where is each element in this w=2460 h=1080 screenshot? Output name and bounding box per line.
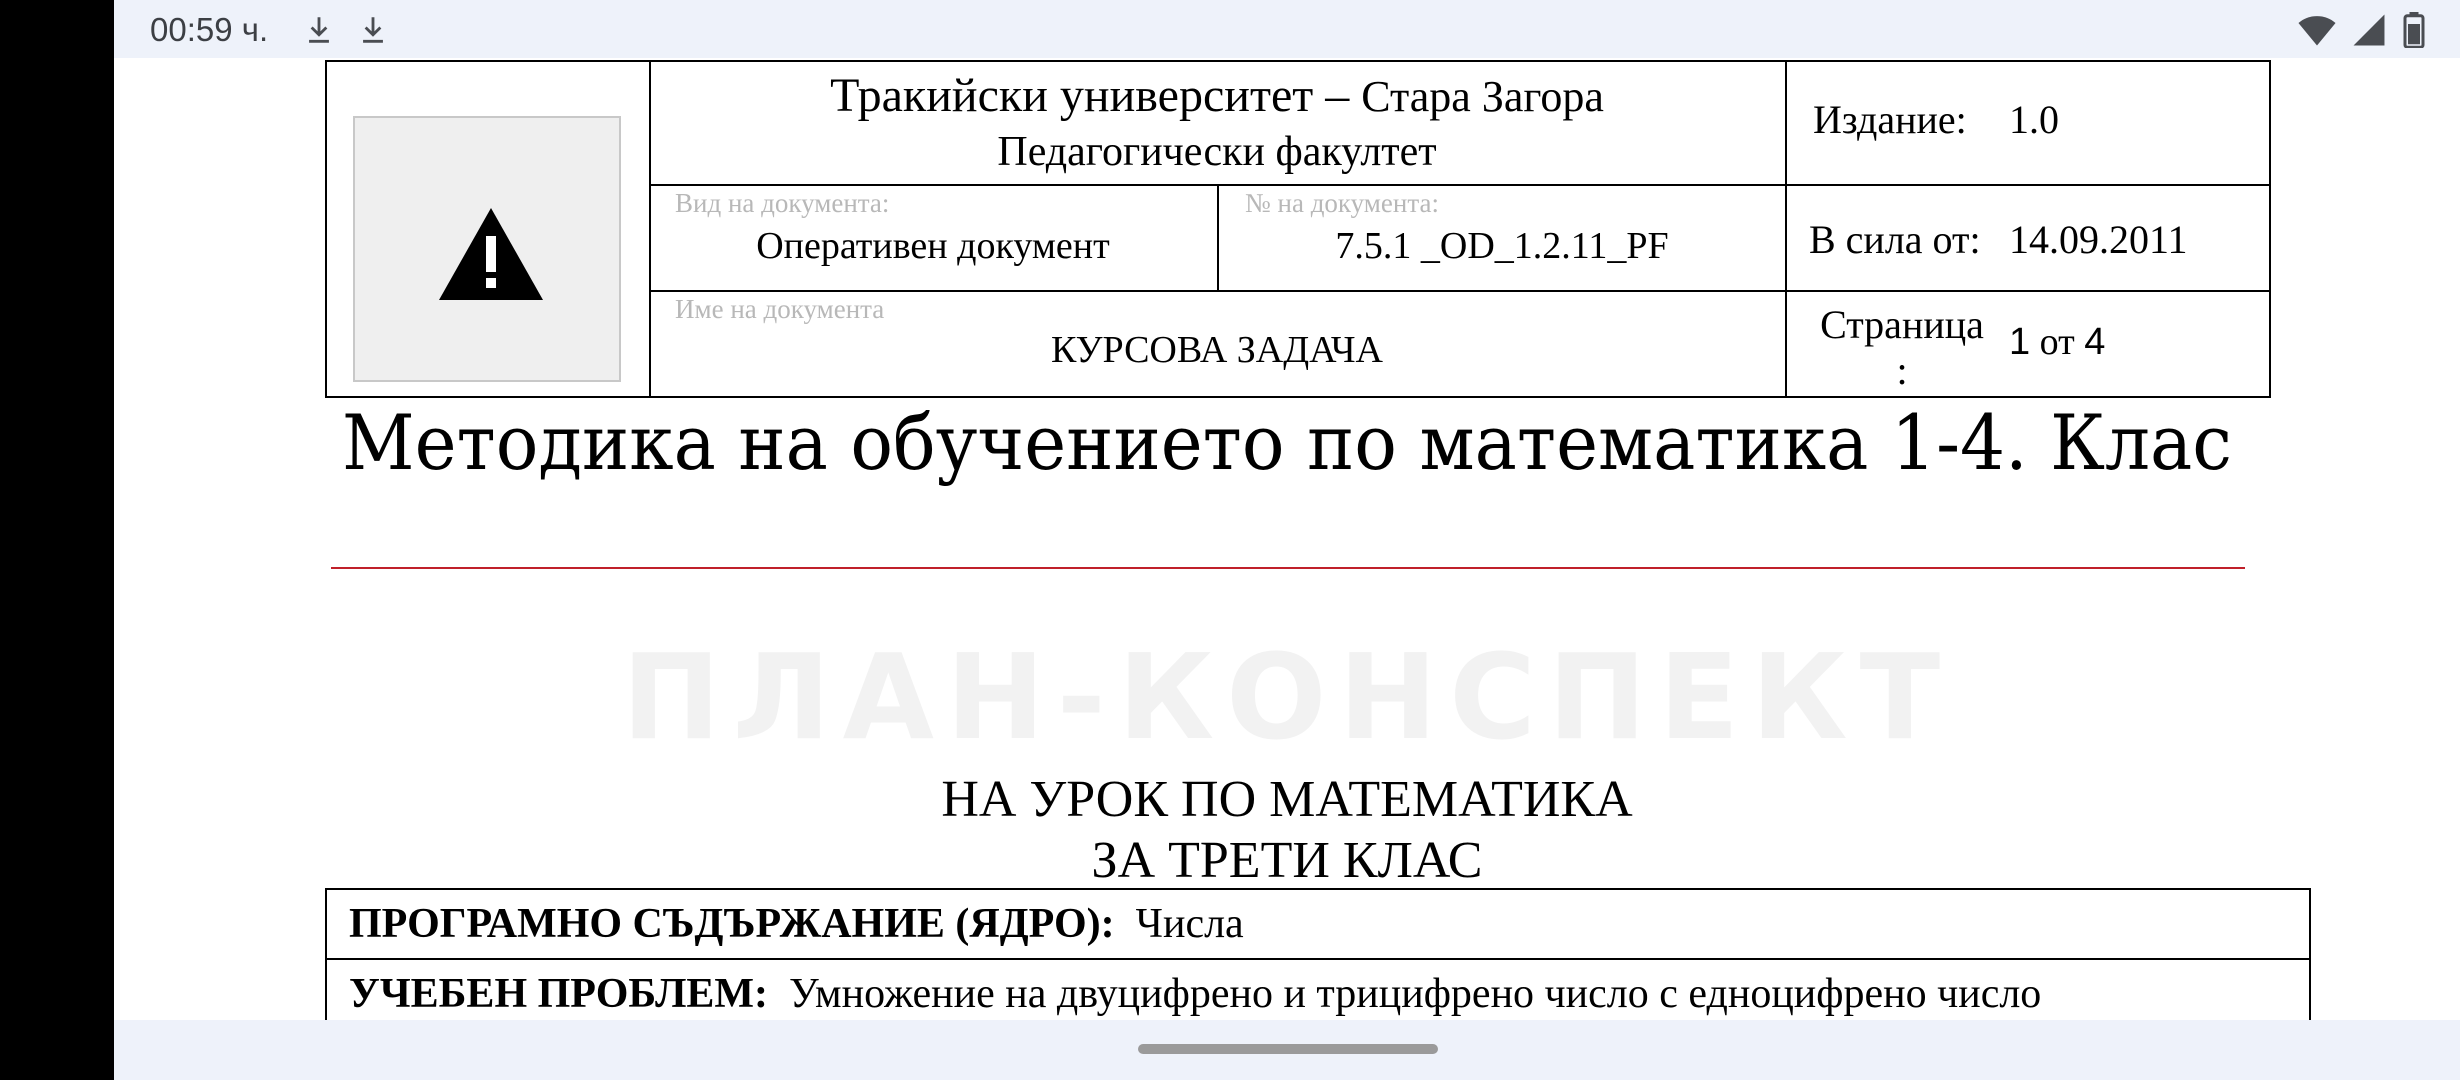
- doc-type-value: Оперативен документ: [756, 225, 1110, 267]
- valid-from-label: В сила от:: [1809, 217, 1981, 262]
- download-icon: [363, 17, 383, 43]
- battery-icon: [2403, 12, 2425, 48]
- home-gesture-handle[interactable]: [1138, 1044, 1438, 1054]
- lesson-heading-line1: НА УРОК ПО МАТЕМАТИКА: [941, 771, 1633, 828]
- doc-number-cell: № на документа: 7.5.1 _OD_1.2.11_PF: [1219, 186, 1787, 292]
- edition-label: Издание:: [1813, 97, 1967, 142]
- header-dash: –: [1325, 69, 1350, 122]
- status-time: 00:59 ч.: [150, 11, 269, 48]
- navigation-bar: [114, 1020, 2460, 1080]
- logo-cell: [327, 62, 651, 396]
- valid-from-value: 14.09.2011: [2009, 217, 2188, 262]
- doc-name-caption: Име на документа: [675, 294, 885, 324]
- doc-type-cell: Вид на документа: Оперативен документ: [649, 186, 1219, 292]
- doc-name-cell: Име на документа КУРСОВА ЗАДАЧА: [649, 292, 1787, 396]
- wifi-icon: [2298, 16, 2336, 46]
- warning-icon: [439, 208, 543, 300]
- edition-cell: Издание: 1.0: [1787, 62, 2269, 186]
- table-row: УЧЕБЕН ПРОБЛЕМ: Умножение на двуцифрено …: [327, 960, 2309, 1020]
- document-title: Методика на обучението по математика 1-4…: [342, 398, 2233, 487]
- table-row: ПРОГРАМНО СЪДЪРЖАНИЕ (ЯДРО): Числа: [327, 890, 2309, 960]
- row-value: Числа: [1135, 901, 1244, 947]
- page-current: 1: [2009, 321, 2031, 363]
- download-icon: [309, 17, 329, 43]
- left-black-bar: [0, 0, 114, 1080]
- broken-image-placeholder: [353, 116, 621, 382]
- page-number-cell: Страница : 1 от 4: [1787, 292, 2269, 396]
- page-label: Страница: [1820, 302, 1984, 347]
- doc-number-caption: № на документа:: [1245, 188, 1439, 218]
- page-of: от: [2039, 321, 2075, 363]
- university-name: Тракийски университет: [830, 69, 1314, 122]
- doc-type-caption: Вид на документа:: [675, 188, 890, 218]
- city-name: Стара Загора: [1361, 72, 1604, 121]
- watermark-text: ПЛАН-КОНСПЕКТ: [621, 628, 1953, 766]
- valid-from-cell: В сила от: 14.09.2011: [1787, 186, 2269, 292]
- doc-number-value: 7.5.1 _OD_1.2.11_PF: [1335, 225, 1669, 267]
- lesson-info-table: ПРОГРАМНО СЪДЪРЖАНИЕ (ЯДРО): Числа УЧЕБЕ…: [325, 888, 2311, 1020]
- title-divider: [331, 567, 2245, 569]
- lesson-heading-line2: ЗА ТРЕТИ КЛАС: [1091, 832, 1483, 889]
- signal-icon: [2353, 14, 2385, 46]
- document-header-table: Тракийски университет – Стара Загора Пед…: [325, 60, 2271, 398]
- doc-name-value: КУРСОВА ЗАДАЧА: [1051, 329, 1383, 371]
- row-label: ПРОГРАМНО СЪДЪРЖАНИЕ (ЯДРО):: [349, 901, 1115, 947]
- page-total: 4: [2084, 321, 2106, 363]
- row-value: Умножение на двуцифрено и трицифрено чис…: [789, 971, 2042, 1017]
- faculty-name: Педагогически факултет: [997, 129, 1437, 175]
- edition-value: 1.0: [2009, 97, 2059, 142]
- university-cell: Тракийски университет – Стара Загора Пед…: [649, 62, 1787, 186]
- status-bar: 00:59 ч.: [114, 0, 2460, 58]
- document-page[interactable]: Тракийски университет – Стара Загора Пед…: [114, 58, 2460, 1020]
- page-label-colon: :: [1896, 348, 1908, 393]
- row-label: УЧЕБЕН ПРОБЛЕМ:: [349, 971, 769, 1017]
